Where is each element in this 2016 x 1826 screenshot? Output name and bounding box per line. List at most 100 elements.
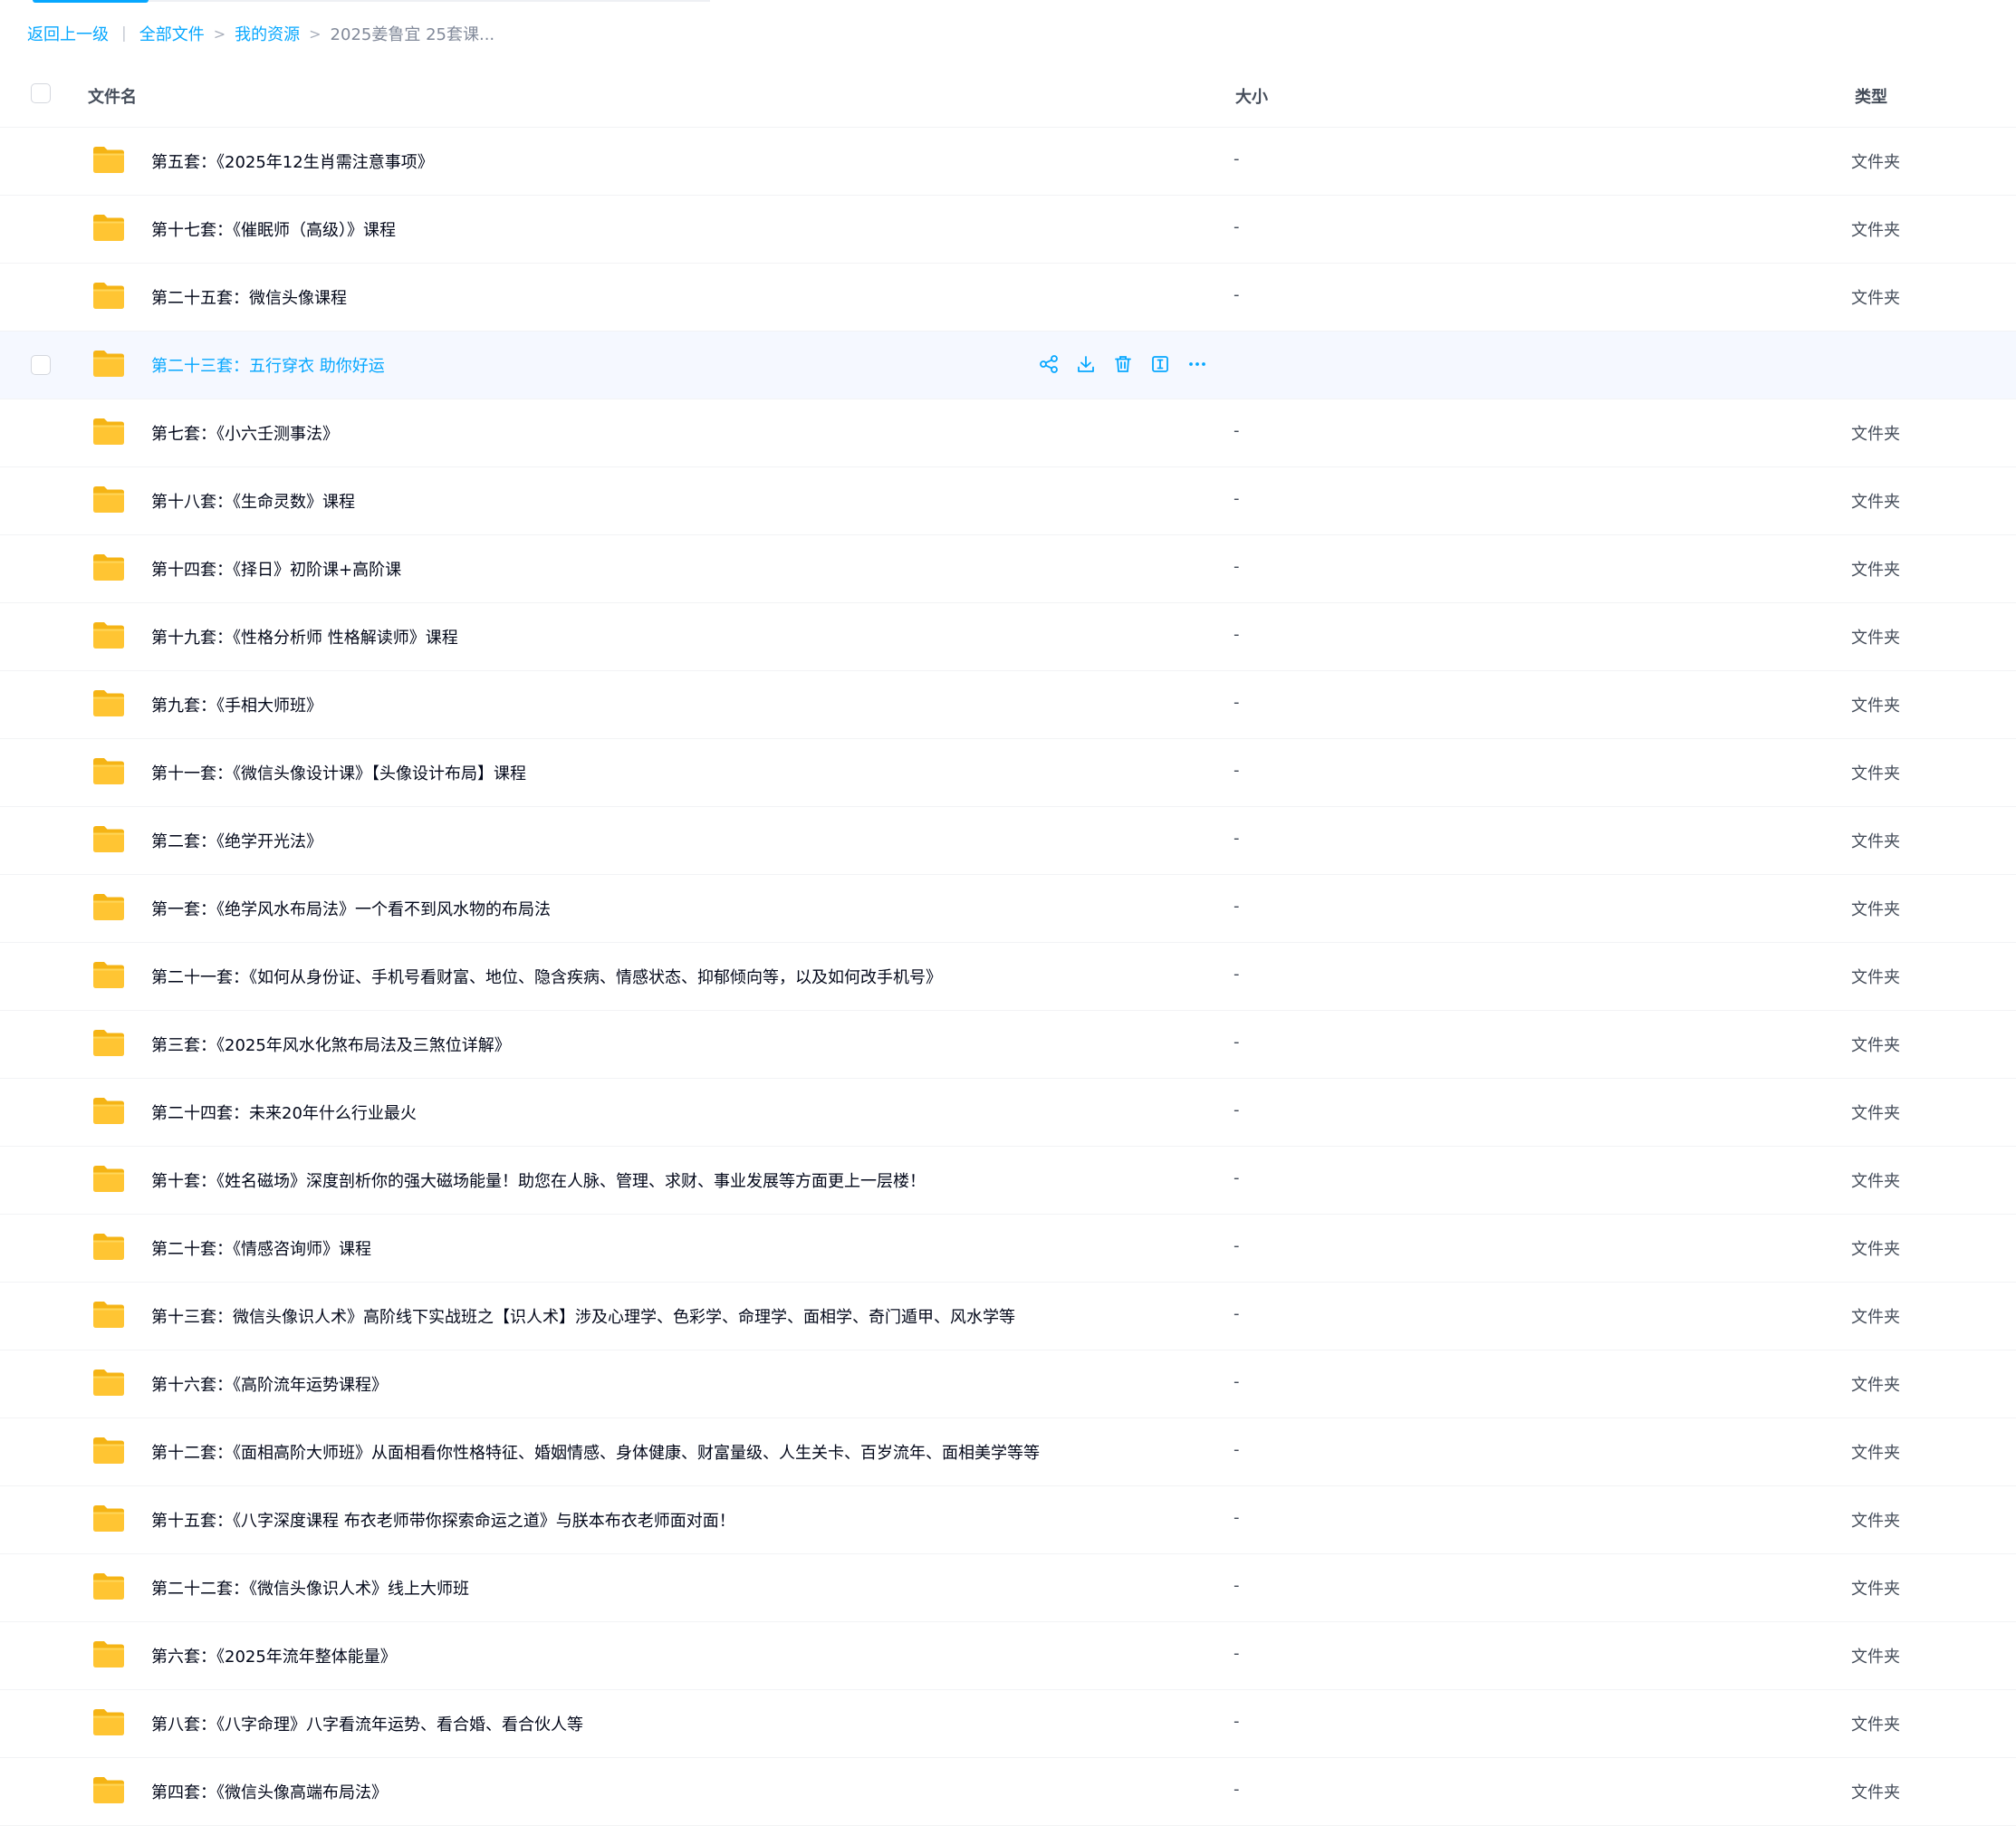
file-row[interactable]: 第二套：《绝学开光法》 - 文件夹 [0, 807, 2016, 875]
file-size: - [1234, 693, 1240, 712]
file-row-hovered[interactable]: 第二十三套：五行穿衣 助你好运 [0, 332, 2016, 399]
file-name[interactable]: 第二十一套：《如何从身份证、手机号看财富、地位、隐含疾病、情感状态、抑郁倾向等，… [151, 965, 942, 988]
file-name[interactable]: 第十三套：微信头像识人术》高阶线下实战班之【识人术】涉及心理学、色彩学、命理学、… [151, 1304, 1015, 1328]
file-name[interactable]: 第十一套：《微信头像设计课》【头像设计布局】课程 [151, 761, 526, 784]
file-type: 文件夹 [1851, 1104, 1900, 1123]
file-type: 文件夹 [1851, 697, 1900, 716]
file-size: - [1234, 489, 1240, 508]
file-type: 文件夹 [1851, 1036, 1900, 1055]
file-row[interactable]: 第三套：《2025年风水化煞布局法及三煞位详解》 - 文件夹 [0, 1011, 2016, 1079]
file-name[interactable]: 第二十五套：微信头像课程 [151, 285, 347, 309]
file-row[interactable]: 第十套：《姓名磁场》深度剖析你的强大磁场能量！助您在人脉、管理、求财、事业发展等… [0, 1147, 2016, 1215]
folder-icon [93, 1234, 124, 1260]
file-name[interactable]: 第十套：《姓名磁场》深度剖析你的强大磁场能量！助您在人脉、管理、求财、事业发展等… [151, 1168, 926, 1192]
breadcrumb-all-files[interactable]: 全部文件 [139, 22, 205, 45]
file-row[interactable]: 第十六套：《高阶流年运势课程》 - 文件夹 [0, 1350, 2016, 1418]
file-row[interactable]: 第二十套：《情感咨询师》课程 - 文件夹 [0, 1215, 2016, 1283]
breadcrumb-my-resources[interactable]: 我的资源 [235, 22, 300, 45]
file-size: - [1234, 149, 1240, 168]
file-name[interactable]: 第二套：《绝学开光法》 [151, 829, 322, 852]
folder-icon [93, 554, 124, 581]
folder-icon [93, 1437, 124, 1464]
more-icon[interactable] [1186, 353, 1208, 375]
download-icon[interactable] [1075, 353, 1097, 375]
file-row[interactable]: 第二十五套：微信头像课程 - 文件夹 [0, 264, 2016, 332]
file-name[interactable]: 第七套：《小六壬测事法》 [151, 421, 339, 445]
breadcrumb-separator: > [309, 24, 322, 43]
folder-icon [93, 962, 124, 988]
file-row[interactable]: 第十二套：《面相高阶大师班》从面相看你性格特征、婚姻情感、身体健康、财富量级、人… [0, 1418, 2016, 1486]
file-type: 文件夹 [1851, 289, 1900, 308]
file-row[interactable]: 第八套：《八字命理》八字看流年运势、看合婚、看合伙人等 - 文件夹 [0, 1690, 2016, 1758]
select-all-checkbox[interactable] [31, 83, 51, 103]
file-size: - [1234, 829, 1240, 848]
file-type: 文件夹 [1851, 1580, 1900, 1599]
file-type: 文件夹 [1851, 1376, 1900, 1395]
folder-icon [93, 1505, 124, 1532]
file-row[interactable]: 第十一套：《微信头像设计课》【头像设计布局】课程 - 文件夹 [0, 739, 2016, 807]
file-name[interactable]: 第九套：《手相大师班》 [151, 693, 322, 716]
rename-icon[interactable] [1149, 353, 1171, 375]
file-size: - [1234, 557, 1240, 576]
breadcrumb: 返回上一级 | 全部文件 > 我的资源 > 2025姜鲁宜 25套课... [27, 20, 494, 47]
file-type: 文件夹 [1851, 1783, 1900, 1802]
file-name[interactable]: 第十六套：《高阶流年运势课程》 [151, 1372, 388, 1396]
file-row[interactable]: 第二十四套：未来20年什么行业最火 - 文件夹 [0, 1079, 2016, 1147]
file-name[interactable]: 第十四套：《择日》初阶课+高阶课 [151, 557, 401, 581]
back-link[interactable]: 返回上一级 [27, 22, 109, 45]
column-size-header[interactable]: 大小 [1235, 84, 1268, 108]
file-row[interactable]: 第六套：《2025年流年整体能量》 - 文件夹 [0, 1622, 2016, 1690]
breadcrumb-divider: | [121, 24, 127, 43]
file-name[interactable]: 第十五套：《八字深度课程 布衣老师带你探索命运之道》与朕本布衣老师面对面！ [151, 1508, 735, 1532]
file-name[interactable]: 第十七套：《催眠师（高级）》课程 [151, 217, 396, 241]
file-row[interactable]: 第二十一套：《如何从身份证、手机号看财富、地位、隐含疾病、情感状态、抑郁倾向等，… [0, 943, 2016, 1011]
file-size: - [1234, 1168, 1240, 1187]
file-type: 文件夹 [1851, 493, 1900, 512]
folder-icon [93, 758, 124, 784]
file-type: 文件夹 [1851, 1444, 1900, 1463]
file-name[interactable]: 第三套：《2025年风水化煞布局法及三煞位详解》 [151, 1033, 511, 1056]
folder-icon [93, 1777, 124, 1803]
file-name[interactable]: 第二十二套：《微信头像识人术》线上大师班 [151, 1576, 469, 1600]
column-name-header[interactable]: 文件名 [88, 84, 137, 108]
file-name[interactable]: 第二十套：《情感咨询师》课程 [151, 1236, 371, 1260]
file-row[interactable]: 第九套：《手相大师班》 - 文件夹 [0, 671, 2016, 739]
file-size: - [1234, 897, 1240, 916]
file-name[interactable]: 第一套：《绝学风水布局法》一个看不到风水物的布局法 [151, 897, 551, 920]
file-name[interactable]: 第六套：《2025年流年整体能量》 [151, 1644, 397, 1667]
file-name[interactable]: 第二十三套：五行穿衣 助你好运 [151, 353, 385, 377]
file-row[interactable]: 第十八套：《生命灵数》课程 - 文件夹 [0, 467, 2016, 535]
row-checkbox[interactable] [31, 355, 51, 375]
file-name[interactable]: 第五套：《2025年12生肖需注意事项》 [151, 149, 434, 173]
active-tab-indicator [33, 0, 149, 3]
file-type: 文件夹 [1851, 1715, 1900, 1735]
file-row[interactable]: 第十九套：《性格分析师 性格解读师》课程 - 文件夹 [0, 603, 2016, 671]
file-type: 文件夹 [1851, 221, 1900, 240]
file-row[interactable]: 第十七套：《催眠师（高级）》课程 - 文件夹 [0, 196, 2016, 264]
file-size: - [1234, 1304, 1240, 1323]
file-name[interactable]: 第四套：《微信头像高端布局法》 [151, 1780, 388, 1803]
column-type-header[interactable]: 类型 [1855, 84, 1887, 108]
file-type: 文件夹 [1851, 1308, 1900, 1327]
file-size: - [1234, 1033, 1240, 1052]
file-row[interactable]: 第七套：《小六壬测事法》 - 文件夹 [0, 399, 2016, 467]
folder-icon [93, 1030, 124, 1056]
file-type: 文件夹 [1851, 968, 1900, 987]
file-type: 文件夹 [1851, 425, 1900, 444]
file-row[interactable]: 第一套：《绝学风水布局法》一个看不到风水物的布局法 - 文件夹 [0, 875, 2016, 943]
file-row[interactable]: 第十五套：《八字深度课程 布衣老师带你探索命运之道》与朕本布衣老师面对面！ - … [0, 1486, 2016, 1554]
file-row[interactable]: 第十三套：微信头像识人术》高阶线下实战班之【识人术】涉及心理学、色彩学、命理学、… [0, 1283, 2016, 1350]
file-name[interactable]: 第十二套：《面相高阶大师班》从面相看你性格特征、婚姻情感、身体健康、财富量级、人… [151, 1440, 1040, 1464]
share-icon[interactable] [1038, 353, 1060, 375]
file-row[interactable]: 第五套：《2025年12生肖需注意事项》 - 文件夹 [0, 128, 2016, 196]
trash-icon[interactable] [1112, 353, 1134, 375]
file-name[interactable]: 第八套：《八字命理》八字看流年运势、看合婚、看合伙人等 [151, 1712, 583, 1735]
file-row[interactable]: 第二十二套：《微信头像识人术》线上大师班 - 文件夹 [0, 1554, 2016, 1622]
file-row[interactable]: 第十四套：《择日》初阶课+高阶课 - 文件夹 [0, 535, 2016, 603]
file-name[interactable]: 第十八套：《生命灵数》课程 [151, 489, 355, 513]
file-row[interactable]: 第四套：《微信头像高端布局法》 - 文件夹 [0, 1758, 2016, 1826]
file-name[interactable]: 第十九套：《性格分析师 性格解读师》课程 [151, 625, 458, 649]
file-type: 文件夹 [1851, 1240, 1900, 1259]
folder-icon [93, 894, 124, 920]
file-name[interactable]: 第二十四套：未来20年什么行业最火 [151, 1100, 417, 1124]
